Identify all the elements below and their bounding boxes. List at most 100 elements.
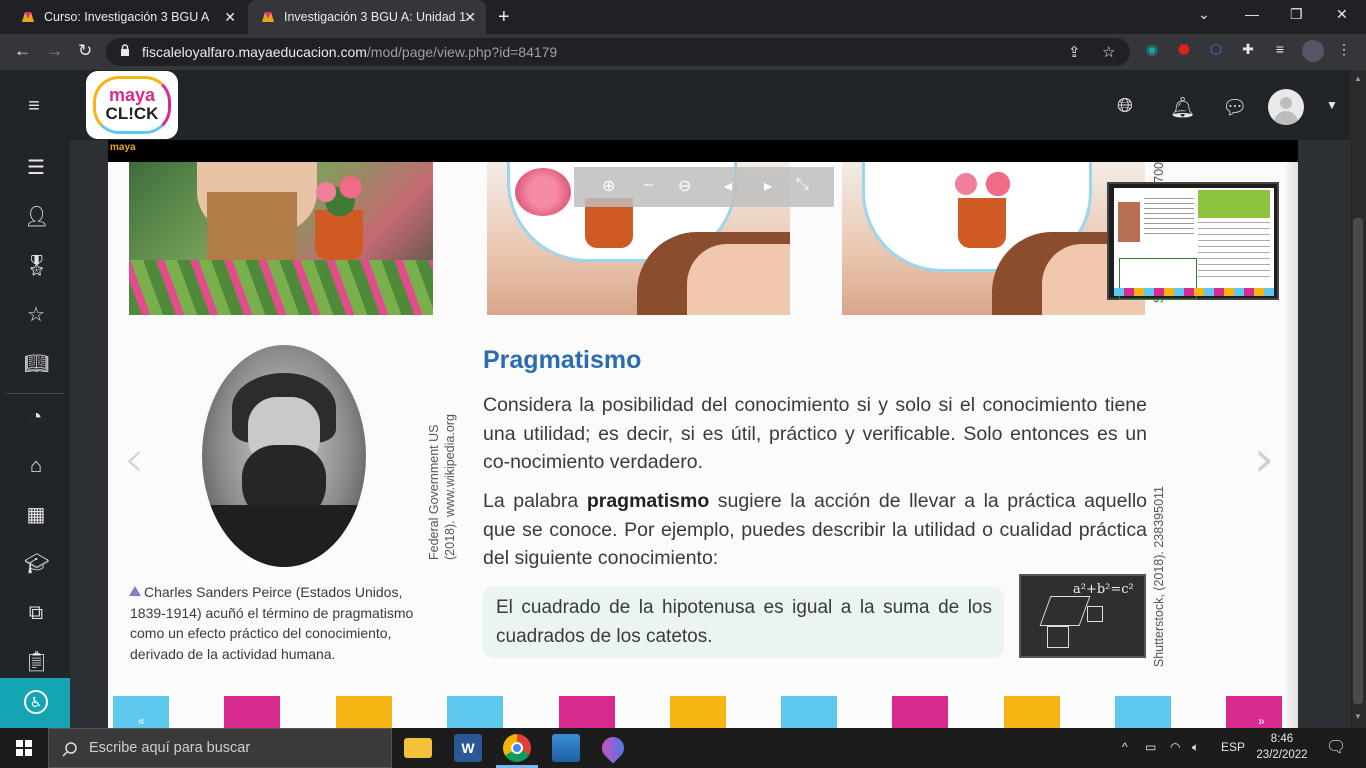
photo-flowerpot xyxy=(958,198,1006,248)
url-domain: fiscaleloyalfaro.mayaeducacion.com xyxy=(142,44,367,60)
zoom-separator: – xyxy=(644,176,653,193)
close-window-icon[interactable]: ✕ xyxy=(1336,6,1348,23)
page-minimap[interactable] xyxy=(1107,182,1279,300)
portrait-coat xyxy=(202,505,366,567)
volume-icon[interactable]: 🔈︎ xyxy=(1192,740,1199,755)
hamburger-menu-icon[interactable]: ≡ xyxy=(22,94,46,118)
notifications-icon[interactable]: 🗨︎ xyxy=(1326,737,1346,757)
minimap-green-panel xyxy=(1198,190,1270,218)
page-scrollbar[interactable]: ▲ ▼ xyxy=(1350,70,1366,728)
chalk-square xyxy=(1047,626,1069,648)
extensions-puzzle-icon[interactable]: ✚ xyxy=(1238,41,1258,61)
reload-icon[interactable]: ↻ xyxy=(78,41,92,61)
language-indicator[interactable]: ESP xyxy=(1221,740,1245,754)
user-avatar[interactable] xyxy=(1268,89,1304,125)
user-menu-caret-icon[interactable]: ▼ xyxy=(1320,98,1344,122)
search-icon xyxy=(62,742,77,757)
zoom-in-icon[interactable]: ⊕ xyxy=(602,176,615,196)
accessibility-button[interactable]: ♿︎ xyxy=(0,678,70,728)
color-block xyxy=(447,696,503,728)
clipboard-icon[interactable]: 📋︎ xyxy=(24,650,49,674)
paragraph-1: Considera la posibilidad del conocimient… xyxy=(483,394,1147,473)
clock-date: 23/2/2022 xyxy=(1256,749,1308,761)
minimap-color-strip xyxy=(1114,288,1274,296)
logo-bottom-text: CL!CK xyxy=(105,104,159,123)
browser-tab[interactable]: Curso: Investigación 3 BGU A ✕ xyxy=(8,0,246,34)
maya-click-logo[interactable]: maya CL!CK xyxy=(86,71,178,139)
wifi-icon[interactable]: ◠ xyxy=(1170,740,1180,754)
forward-icon[interactable]: → xyxy=(46,41,63,61)
extension-icon[interactable]: ◉ xyxy=(1142,41,1162,61)
zoom-out-icon[interactable]: ⊖ xyxy=(678,176,691,196)
paint-drop-icon[interactable] xyxy=(597,732,629,764)
badges-icon[interactable]: 🎖︎ xyxy=(24,254,49,278)
close-tab-icon[interactable]: ✕ xyxy=(224,9,236,26)
menu-kebab-icon[interactable]: ⋮ xyxy=(1334,41,1354,61)
profile-avatar-icon[interactable] xyxy=(1302,40,1324,62)
photo-flowers xyxy=(305,168,375,216)
participants-icon[interactable]: 👤︎ xyxy=(24,205,49,229)
extension-icon[interactable]: ⬣ xyxy=(1174,41,1194,61)
photos-icon[interactable] xyxy=(552,734,580,762)
calendar-icon[interactable]: ▦ xyxy=(24,503,48,527)
home-icon[interactable]: ⌂ xyxy=(24,454,48,478)
last-page-chevron-icon[interactable]: » xyxy=(1258,714,1265,728)
next-arrow-icon[interactable]: ▸ xyxy=(764,176,772,196)
browser-toolbar: ← → ↻ fiscaleloyalfaro.mayaeducacion.com… xyxy=(0,34,1366,70)
clock[interactable]: 8:46 23/2/2022 xyxy=(1252,731,1312,763)
copy-files-icon[interactable]: ⧉ xyxy=(24,601,48,625)
messages-icon[interactable]: 💬︎ xyxy=(1222,95,1247,119)
paragraph-2-keyword: pragmatismo xyxy=(586,490,710,512)
language-globe-icon[interactable]: 🌐︎ xyxy=(1113,95,1137,119)
battery-icon[interactable]: ▭ xyxy=(1145,740,1156,754)
close-tab-icon[interactable]: ✕ xyxy=(464,9,476,26)
example-text: El cuadrado de la hipotenusa es igual a … xyxy=(496,597,992,647)
windows-start-icon[interactable] xyxy=(16,740,32,756)
taskbar-search-box[interactable]: Escribe aquí para buscar xyxy=(48,728,392,768)
back-icon[interactable]: ← xyxy=(14,41,31,61)
chrome-icon[interactable] xyxy=(503,734,531,762)
media-control-icon[interactable]: ≡ xyxy=(1270,41,1290,61)
photo-flower xyxy=(515,168,571,216)
extension-icon[interactable]: ⬡ xyxy=(1206,41,1226,61)
list-icon[interactable]: ☰ xyxy=(24,156,48,180)
search-placeholder: Escribe aquí para buscar xyxy=(89,740,251,756)
word-icon[interactable]: W xyxy=(454,734,482,762)
tray-overflow-icon[interactable]: ^ xyxy=(1122,740,1128,754)
scroll-down-icon[interactable]: ▼ xyxy=(1354,712,1362,721)
notification-bell-icon[interactable]: 🔔︎ xyxy=(1170,95,1195,119)
scroll-up-icon[interactable]: ▲ xyxy=(1354,74,1362,83)
graduation-cap-icon[interactable]: 🎓︎ xyxy=(24,552,49,576)
color-block xyxy=(559,696,615,728)
logo-top-text: maya xyxy=(108,85,156,105)
scrollbar-thumb[interactable] xyxy=(1353,218,1363,704)
file-explorer-icon[interactable] xyxy=(404,738,432,758)
lock-icon xyxy=(121,44,129,56)
address-bar[interactable]: fiscaleloyalfaro.mayaeducacion.com/mod/p… xyxy=(106,38,1130,66)
book-icon[interactable]: 📖︎ xyxy=(24,352,49,376)
restore-icon[interactable]: ❐ xyxy=(1290,6,1303,23)
windows-taskbar: Escribe aquí para buscar W ^ ▭ ◠ 🔈︎ ESP … xyxy=(0,728,1366,768)
tab-search-icon[interactable]: ⌄ xyxy=(1198,6,1210,23)
previous-arrow-icon[interactable]: ◂ xyxy=(724,176,732,196)
photo-face xyxy=(687,244,790,315)
star-icon[interactable]: ☆ xyxy=(24,303,48,327)
bookmark-star-icon[interactable]: ☆ xyxy=(1102,43,1115,61)
accessibility-icon: ♿︎ xyxy=(24,690,48,714)
share-icon[interactable]: ⇪ xyxy=(1068,43,1081,61)
photo-flowerpot xyxy=(315,210,363,260)
fullscreen-cursor-icon[interactable]: ⤡ xyxy=(796,176,809,194)
dashboard-icon[interactable]: ◔ xyxy=(24,405,48,429)
chalk-triangle xyxy=(1039,596,1091,626)
previous-page-arrow-icon[interactable]: ‹ xyxy=(124,430,144,488)
avatar-head xyxy=(1280,97,1292,109)
minimize-icon[interactable]: — xyxy=(1245,6,1259,22)
browser-tab-active[interactable]: Investigación 3 BGU A: Unidad 1 ✕ xyxy=(248,0,486,34)
minimap-text-block xyxy=(1198,222,1270,282)
next-page-arrow-icon[interactable]: › xyxy=(1254,430,1274,488)
photo-woman-closed-eyes xyxy=(842,162,1145,315)
chalkboard-image: a²+b²=c² xyxy=(1019,574,1146,658)
color-block xyxy=(336,696,392,728)
first-page-chevron-icon[interactable]: « xyxy=(138,714,145,728)
new-tab-icon[interactable]: + xyxy=(498,6,510,29)
